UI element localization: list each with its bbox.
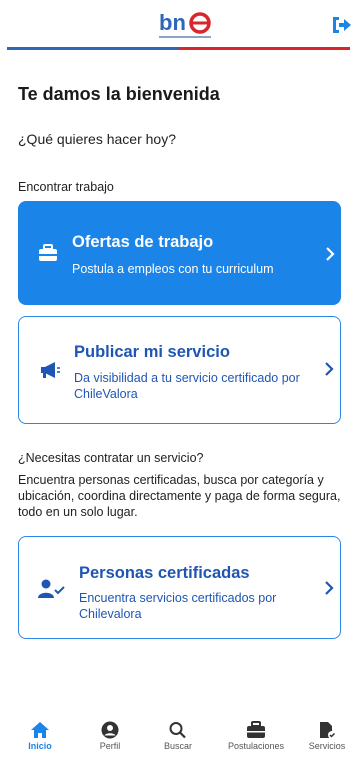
bne-logo: bn	[159, 10, 211, 38]
publish-service-desc: Da visibilidad a tu servicio certificado…	[74, 371, 300, 401]
certified-people-card[interactable]: Personas certificadas Encuentra servicio…	[18, 536, 341, 639]
chevron-right-icon	[326, 247, 335, 261]
nav-item-buscar[interactable]: Buscar	[142, 713, 214, 761]
page-subtitle: ¿Qué quieres hacer hoy?	[18, 131, 176, 147]
hire-question: ¿Necesitas contratar un servicio?	[18, 451, 204, 465]
nav-item-perfil[interactable]: Perfil	[74, 713, 146, 761]
page-title: Te damos la bienvenida	[18, 84, 220, 104]
section-label-find-work: Encontrar trabajo	[18, 180, 114, 194]
nav-label: Inicio	[28, 741, 52, 751]
search-icon	[169, 722, 186, 739]
chevron-right-icon	[325, 581, 334, 595]
nav-item-inicio[interactable]: Inicio	[4, 713, 76, 761]
chevron-right-icon	[325, 362, 334, 376]
job-offers-title: Ofertas de trabajo	[72, 233, 214, 251]
publish-service-title: Publicar mi servicio	[74, 343, 230, 361]
nav-item-servicios[interactable]: Servicios	[291, 713, 359, 761]
nav-label: Servicios	[308, 741, 346, 751]
publish-service-card[interactable]: Publicar mi servicio Da visibilidad a tu…	[18, 316, 341, 424]
nav-label: Postulaciones	[227, 741, 285, 751]
nav-item-postulaciones[interactable]: Postulaciones	[220, 713, 292, 761]
job-offers-desc: Postula a empleos con tu curriculum	[72, 262, 274, 276]
svg-text:bn: bn	[159, 10, 186, 35]
services-icon	[320, 722, 336, 739]
nav-label: Perfil	[99, 741, 121, 751]
bottom-navigation: Inicio Perfil Buscar Postulaciones Servi…	[0, 713, 359, 761]
briefcase-icon	[247, 721, 265, 738]
megaphone-icon	[41, 362, 60, 378]
hire-description: Encuentra personas certificadas, busca p…	[18, 473, 341, 519]
person-check-icon	[38, 579, 65, 598]
profile-icon	[101, 721, 119, 739]
logout-icon[interactable]	[330, 14, 352, 36]
briefcase-icon	[39, 244, 57, 261]
nav-label: Buscar	[163, 741, 192, 751]
header: bn	[0, 0, 359, 54]
header-divider	[7, 47, 350, 50]
home-icon	[31, 722, 49, 738]
app-screen: bn Te damos la bienvenida ¿Qué quieres h…	[0, 0, 359, 761]
certified-people-title: Personas certificadas	[79, 564, 250, 582]
job-offers-card[interactable]: Ofertas de trabajo Postula a empleos con…	[18, 201, 341, 305]
certified-people-desc: Encuentra servicios certificados por Chi…	[79, 591, 277, 621]
